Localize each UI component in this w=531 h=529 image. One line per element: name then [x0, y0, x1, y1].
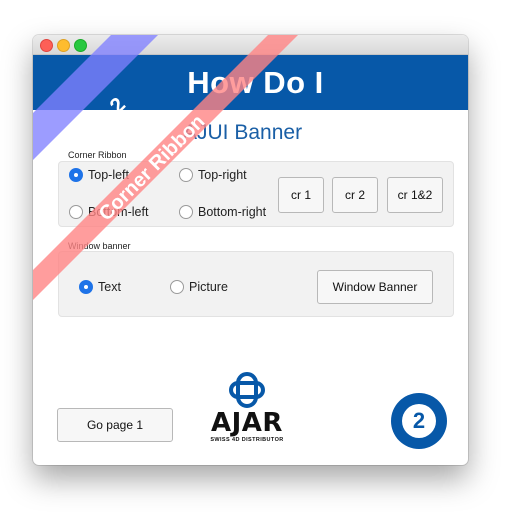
radio-circle: [69, 205, 83, 219]
minimize-window-button[interactable]: [57, 39, 70, 52]
cr-1-and-2-button[interactable]: cr 1&2: [387, 177, 443, 213]
logo-wordmark: AJAR: [211, 408, 283, 438]
title-bar: [33, 35, 468, 55]
radio-label: Text: [98, 280, 121, 294]
ajar-logo: AJAR SWISS 4D DISTRIBUTOR: [201, 372, 293, 444]
cr-1-button[interactable]: cr 1: [278, 177, 324, 213]
radio-circle: [69, 168, 83, 182]
radio-circle: [170, 280, 184, 294]
app-window: How Do I AJUI Banner Corner Ribbon Top-l…: [33, 35, 468, 465]
radio-bottom-right[interactable]: Bottom-right: [179, 205, 266, 219]
cr-2-button[interactable]: cr 2: [332, 177, 378, 213]
radio-text[interactable]: Text: [79, 280, 121, 294]
ajar-logo-icon: [229, 372, 265, 408]
close-window-button[interactable]: [40, 39, 53, 52]
radio-circle: [179, 168, 193, 182]
radio-picture[interactable]: Picture: [170, 280, 228, 294]
radio-circle: [179, 205, 193, 219]
radio-label: Top-right: [198, 168, 247, 182]
page-number-badge: 2: [391, 393, 447, 449]
corner-ribbon-group-label: Corner Ribbon: [68, 150, 127, 160]
window-banner-group-label: Window banner: [68, 241, 131, 251]
radio-label: Picture: [189, 280, 228, 294]
banner-header: How Do I: [33, 55, 468, 110]
radio-circle: [79, 280, 93, 294]
header-title: How Do I: [187, 65, 324, 100]
logo-tagline: SWISS 4D DISTRIBUTOR: [210, 437, 284, 443]
page-number: 2: [402, 404, 436, 438]
go-page-1-button[interactable]: Go page 1: [57, 408, 173, 442]
radio-top-right[interactable]: Top-right: [179, 168, 247, 182]
window-banner-button[interactable]: Window Banner: [317, 270, 433, 304]
radio-label: Bottom-right: [198, 205, 267, 219]
zoom-window-button[interactable]: [74, 39, 87, 52]
